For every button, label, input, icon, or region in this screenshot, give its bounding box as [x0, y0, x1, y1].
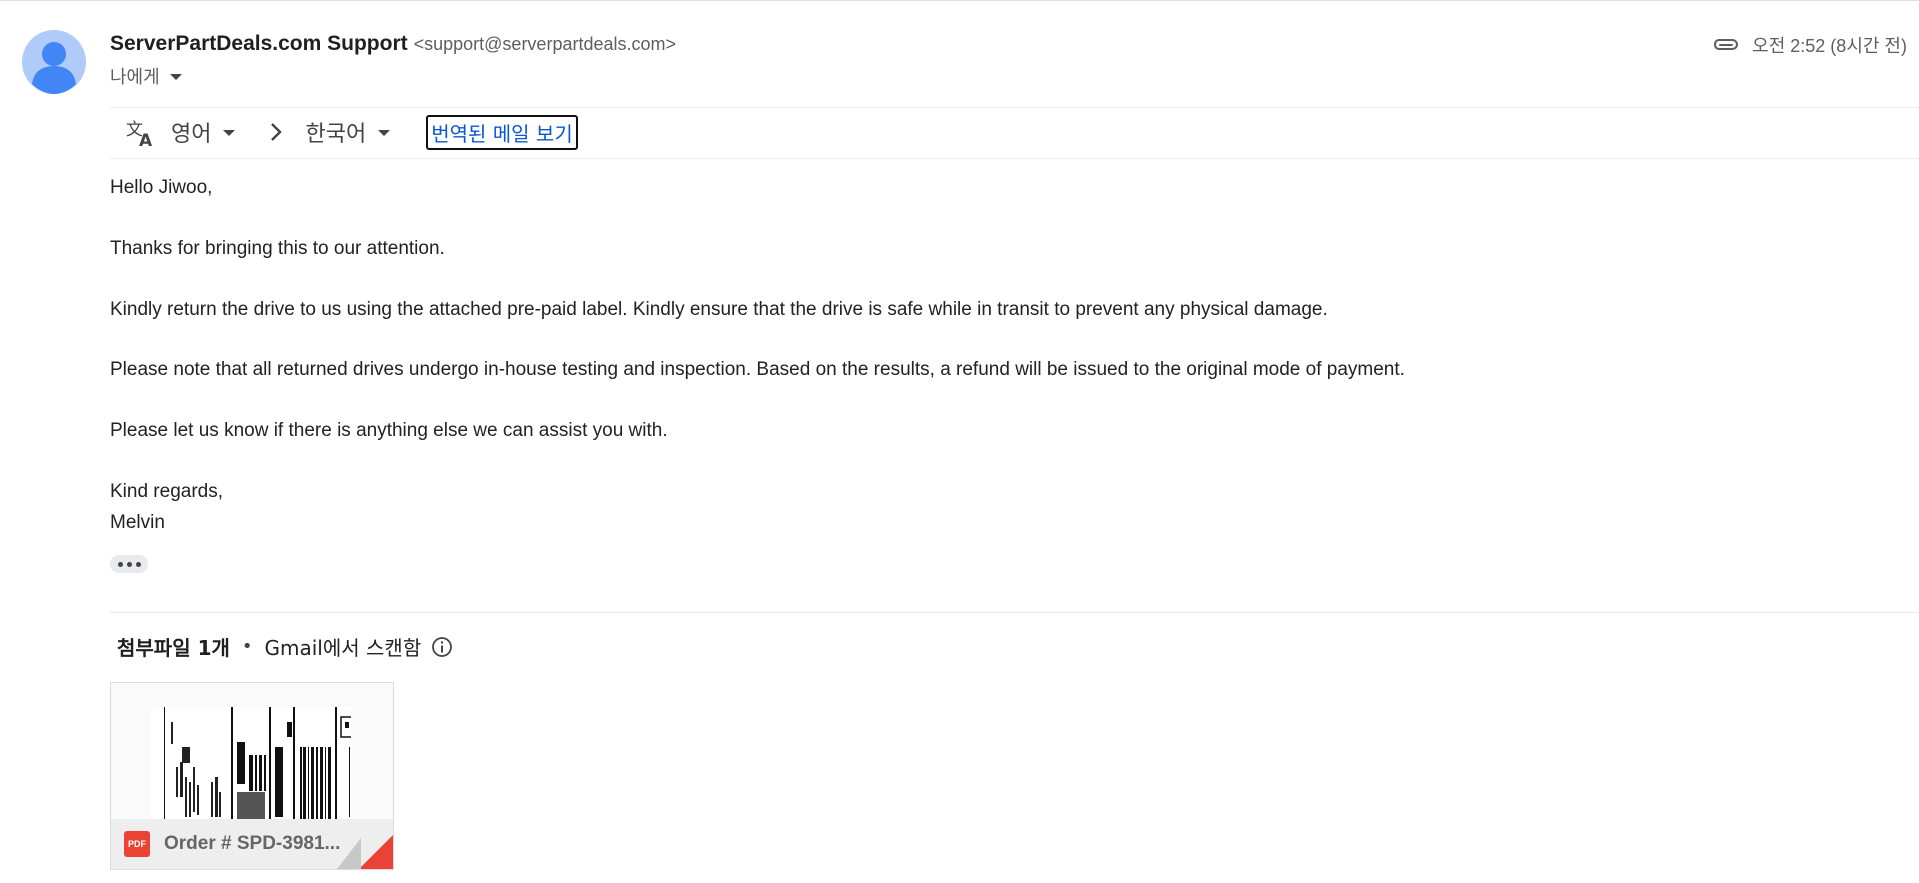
body-line: Thanks for bringing this to our attentio…	[110, 238, 445, 259]
header-divider	[110, 107, 1919, 108]
dot-icon	[135, 561, 141, 567]
svg-text:A: A	[139, 131, 153, 148]
paperclip-icon	[1714, 39, 1739, 50]
chevron-down-icon	[169, 74, 182, 80]
target-language-select[interactable]: 한국어	[305, 116, 391, 148]
message-meta: 오전 2:52 (8시간 전)	[1712, 32, 1907, 58]
attachment-card[interactable]: PDF Order # SPD-3981...	[110, 682, 394, 870]
attachments-header: 첨부파일 1개 • Gmail에서 스캔함	[117, 632, 453, 661]
separator-dot: •	[241, 636, 253, 657]
body-line: Kindly return the drive to us using the …	[110, 299, 1328, 320]
scan-label: Gmail에서 스캔함	[264, 636, 422, 660]
attachments-divider	[110, 612, 1919, 613]
translate-bar: 文 A 영어 한국어 번역된 메일 보기	[125, 112, 578, 152]
body-line: Please note that all returned drives und…	[110, 359, 1405, 380]
view-translated-link[interactable]: 번역된 메일 보기	[426, 114, 578, 150]
translate-icon: 文 A	[126, 120, 153, 148]
pdf-icon: PDF	[124, 831, 150, 857]
recipient-label: 나에게	[110, 67, 160, 88]
chevron-down-icon	[223, 130, 236, 136]
chevron-right-icon	[271, 123, 283, 141]
info-icon[interactable]	[431, 636, 453, 658]
dot-icon	[117, 561, 123, 567]
sender-row: ServerPartDeals.com Support <support@ser…	[110, 32, 676, 62]
body-line: Please let us know if there is anything …	[110, 420, 668, 441]
show-trimmed-content-button[interactable]	[110, 555, 148, 573]
chevron-down-icon	[378, 130, 391, 136]
message-time: 오전 2:52 (8시간 전)	[1752, 36, 1907, 56]
shipping-label-preview	[164, 707, 363, 822]
source-language-select[interactable]: 영어	[171, 116, 236, 148]
translate-divider	[110, 158, 1919, 159]
sender-email: <support@serverpartdeals.com>	[413, 34, 677, 54]
recipient-details-toggle[interactable]: 나에게	[110, 63, 182, 89]
sender-name[interactable]: ServerPartDeals.com Support	[110, 32, 408, 56]
greeting: Hello Jiwoo,	[110, 177, 213, 198]
dot-icon	[126, 561, 132, 567]
signature: Melvin	[110, 512, 165, 533]
top-border	[0, 0, 1919, 1]
page-fold-icon	[337, 835, 393, 869]
sender-avatar-icon[interactable]	[22, 30, 86, 94]
closing: Kind regards,	[110, 481, 224, 502]
attachment-count: 첨부파일 1개	[117, 636, 230, 660]
attachment-filename: Order # SPD-3981...	[164, 833, 341, 854]
target-language-label: 한국어	[305, 122, 367, 147]
source-language-label: 영어	[171, 122, 212, 147]
attachment-thumbnail	[151, 707, 363, 822]
